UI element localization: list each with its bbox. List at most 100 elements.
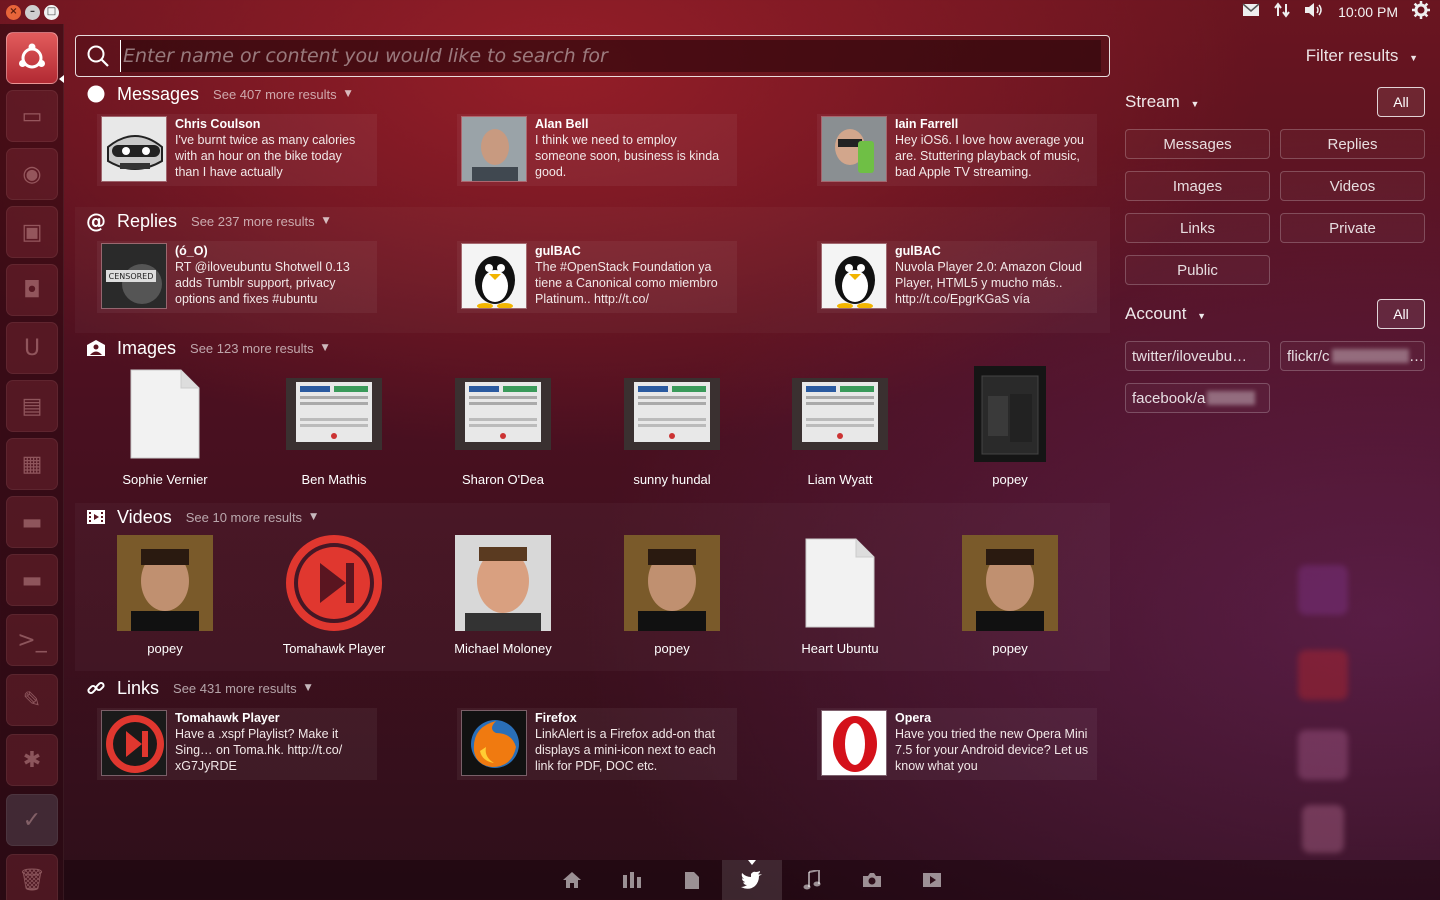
video-result[interactable]: popey bbox=[90, 535, 240, 656]
links-more-link[interactable]: See 431 more results bbox=[173, 681, 297, 696]
trash-icon[interactable]: 🗑 bbox=[6, 854, 58, 900]
lens-switcher bbox=[542, 860, 962, 900]
replies-header[interactable]: @ Replies See 237 more results ▼ bbox=[85, 207, 330, 235]
images-category: Images See 123 more results ▼ Sophie Ver… bbox=[75, 334, 1110, 502]
videos-more-link[interactable]: See 10 more results bbox=[186, 510, 302, 525]
messages-header[interactable]: Messages See 407 more results ▼ bbox=[85, 80, 352, 108]
image-result[interactable]: Sharon O'Dea bbox=[428, 366, 578, 487]
minimize-window-button[interactable]: – bbox=[25, 4, 40, 20]
volume-icon[interactable] bbox=[1304, 2, 1324, 22]
search-icon bbox=[76, 44, 120, 68]
link-text: LinkAlert is a Firefox add-on that displ… bbox=[535, 727, 716, 773]
video-result[interactable]: Michael Moloney bbox=[428, 535, 578, 656]
filter-messages-button[interactable]: Messages bbox=[1125, 129, 1270, 159]
link-chain-icon bbox=[85, 677, 107, 699]
video-result[interactable]: popey bbox=[935, 535, 1085, 656]
image-viewer-icon[interactable]: ▤ bbox=[6, 380, 58, 432]
link-card[interactable]: Firefox LinkAlert is a Firefox add-on th… bbox=[457, 708, 737, 780]
videos-header[interactable]: Videos See 10 more results ▼ bbox=[85, 503, 317, 531]
reply-card[interactable]: gulBAC The #OpenStack Foundation ya tien… bbox=[457, 241, 737, 313]
link-card[interactable]: Tomahawk Player Have a .xspf Playlist? M… bbox=[97, 708, 377, 780]
software-center-icon[interactable]: ▣ bbox=[6, 206, 58, 258]
replies-more-link[interactable]: See 237 more results bbox=[191, 214, 315, 229]
filter-images-button[interactable]: Images bbox=[1125, 171, 1270, 201]
close-window-button[interactable]: × bbox=[6, 4, 21, 20]
photos-lens-icon[interactable] bbox=[842, 860, 902, 900]
link-title: Opera bbox=[895, 711, 932, 725]
image-result[interactable]: Ben Mathis bbox=[259, 366, 409, 487]
image-label: Sophie Vernier bbox=[122, 472, 208, 487]
link-title: Tomahawk Player bbox=[175, 711, 280, 725]
image-result[interactable]: sunny hundal bbox=[597, 366, 747, 487]
video-result[interactable]: Tomahawk Player bbox=[259, 535, 409, 656]
messages-more-link[interactable]: See 407 more results bbox=[213, 87, 337, 102]
account-flickr-button[interactable]: flickr/c … bbox=[1280, 341, 1425, 371]
mail-icon[interactable] bbox=[1242, 3, 1260, 21]
video-result[interactable]: Heart Ubuntu bbox=[765, 535, 915, 656]
message-card[interactable]: Alan Bell I think we need to employ some… bbox=[457, 114, 737, 186]
document-icon bbox=[117, 366, 213, 462]
network-icon[interactable] bbox=[1274, 2, 1290, 22]
image-result[interactable]: popey bbox=[935, 366, 1085, 487]
chevron-down-icon[interactable]: ▼ bbox=[310, 512, 317, 522]
session-gear-icon[interactable] bbox=[1412, 1, 1430, 23]
files-lens-icon[interactable] bbox=[662, 860, 722, 900]
image-label: Liam Wyatt bbox=[807, 472, 873, 487]
filter-links-button[interactable]: Links bbox=[1125, 213, 1270, 243]
message-card[interactable]: Chris Coulson I've burnt twice as many c… bbox=[97, 114, 377, 186]
account-facebook-button[interactable]: facebook/a bbox=[1125, 383, 1270, 413]
firefox-icon[interactable]: ◉ bbox=[6, 148, 58, 200]
text-editor-icon[interactable]: ✎ bbox=[6, 674, 58, 726]
image-result[interactable]: Sophie Vernier bbox=[90, 366, 240, 487]
links-header[interactable]: Links See 431 more results ▼ bbox=[85, 674, 312, 702]
chevron-down-icon[interactable]: ▼ bbox=[322, 343, 329, 353]
ubuntu-dash-icon[interactable] bbox=[6, 32, 58, 84]
stream-all-button[interactable]: All bbox=[1377, 87, 1425, 117]
gwibber-icon[interactable]: ✓ bbox=[6, 794, 58, 846]
terminal-icon[interactable]: >_ bbox=[6, 614, 58, 666]
message-card[interactable]: Iain Farrell Hey iOS6. I love how averag… bbox=[817, 114, 1097, 186]
app-icon[interactable]: ✱ bbox=[6, 734, 58, 786]
videos-title: Videos bbox=[117, 506, 172, 527]
images-header[interactable]: Images See 123 more results ▼ bbox=[85, 334, 329, 362]
stream-filter-header[interactable]: Stream ▼ bbox=[1125, 92, 1199, 112]
firefox-icon bbox=[461, 710, 527, 776]
message-text: Hey iOS6. I love how average you are. St… bbox=[895, 133, 1084, 179]
reply-text: RT @iloveubuntu Shotwell 0.13 adds Tumbl… bbox=[175, 260, 350, 306]
home-lens-icon[interactable] bbox=[542, 860, 602, 900]
video-result[interactable]: popey bbox=[597, 535, 747, 656]
video-thumbnail bbox=[117, 535, 213, 631]
image-result[interactable]: Liam Wyatt bbox=[765, 366, 915, 487]
video-lens-icon[interactable] bbox=[902, 860, 962, 900]
account-twitter-button[interactable]: twitter/iloveubu… bbox=[1125, 341, 1270, 371]
shotwell-icon[interactable]: ◘ bbox=[6, 264, 58, 316]
system-monitor-icon[interactable]: ▦ bbox=[6, 438, 58, 490]
ubuntu-one-icon[interactable]: U bbox=[6, 322, 58, 374]
chevron-down-icon[interactable]: ▼ bbox=[323, 216, 330, 226]
search-input[interactable] bbox=[120, 40, 1101, 72]
drive-icon[interactable]: ▬ bbox=[6, 554, 58, 606]
chevron-down-icon[interactable]: ▼ bbox=[305, 683, 312, 693]
filter-replies-button[interactable]: Replies bbox=[1280, 129, 1425, 159]
filter-results-toggle[interactable]: Filter results ▼ bbox=[1306, 46, 1418, 66]
account-filter-header[interactable]: Account ▼ bbox=[1125, 304, 1206, 324]
reply-card[interactable]: CENSORED (ó_O) RT @iloveubuntu Shotwell … bbox=[97, 241, 377, 313]
drive-icon[interactable]: ▬ bbox=[6, 496, 58, 548]
filter-videos-button[interactable]: Videos bbox=[1280, 171, 1425, 201]
video-label: Michael Moloney bbox=[454, 641, 552, 656]
maximize-window-button[interactable]: □ bbox=[44, 4, 59, 20]
images-more-link[interactable]: See 123 more results bbox=[190, 341, 314, 356]
chevron-down-icon[interactable]: ▼ bbox=[345, 89, 352, 99]
account-all-button[interactable]: All bbox=[1377, 299, 1425, 329]
reply-card[interactable]: gulBAC Nuvola Player 2.0: Amazon Cloud P… bbox=[817, 241, 1097, 313]
link-card[interactable]: Opera Have you tried the new Opera Mini … bbox=[817, 708, 1097, 780]
files-icon[interactable]: ▭ bbox=[6, 90, 58, 142]
social-lens-icon[interactable] bbox=[722, 860, 782, 900]
filter-public-button[interactable]: Public bbox=[1125, 255, 1270, 285]
clock[interactable]: 10:00 PM bbox=[1338, 4, 1398, 20]
message-text: I think we need to employ someone soon, … bbox=[535, 133, 720, 179]
applications-lens-icon[interactable] bbox=[602, 860, 662, 900]
music-lens-icon[interactable] bbox=[782, 860, 842, 900]
tomahawk-icon bbox=[101, 710, 167, 776]
filter-private-button[interactable]: Private bbox=[1280, 213, 1425, 243]
